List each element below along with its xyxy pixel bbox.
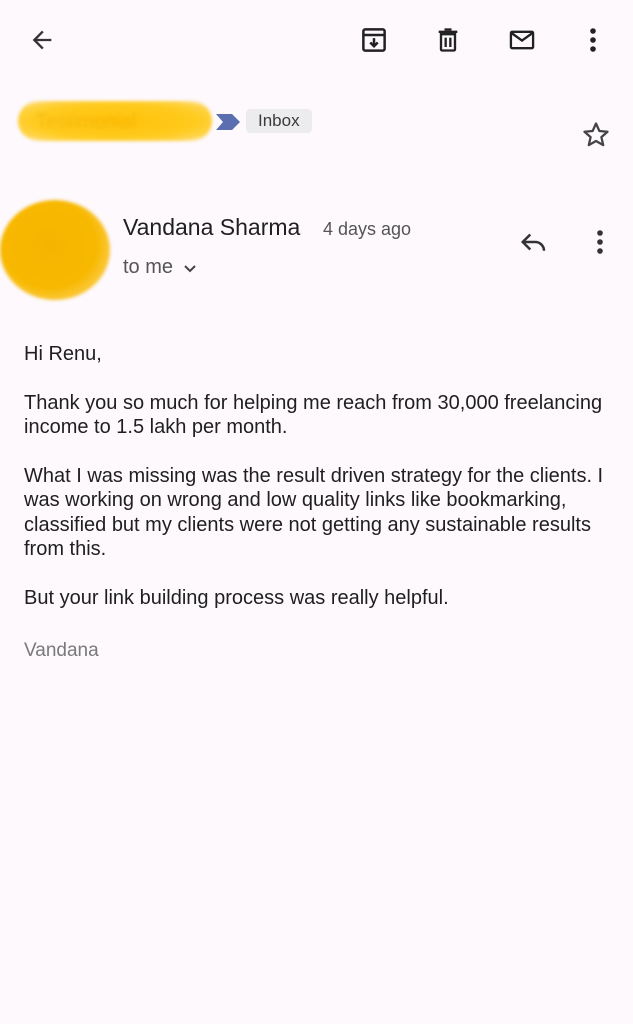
message-body: Hi Renu, Thank you so much for helping m… bbox=[24, 342, 604, 634]
delete-button[interactable] bbox=[426, 18, 470, 62]
arrow-back-icon bbox=[32, 30, 52, 50]
sender-name: Vandana Sharma bbox=[123, 214, 301, 240]
more-vert-icon bbox=[597, 230, 603, 254]
more-options-button[interactable] bbox=[571, 18, 615, 62]
mail-icon bbox=[509, 30, 535, 50]
body-paragraph: What I was missing was the result driven… bbox=[24, 464, 604, 561]
body-paragraph: Thank you so much for helping me reach f… bbox=[24, 391, 603, 439]
archive-button[interactable] bbox=[352, 18, 396, 62]
label-importance-icon bbox=[216, 114, 240, 130]
star-outline-icon bbox=[583, 122, 609, 147]
subject-row: Testimonial Inbox bbox=[0, 95, 633, 155]
signature: Vandana bbox=[24, 640, 99, 661]
message-more-button[interactable] bbox=[578, 220, 622, 264]
body-paragraph: But your link building process was reall… bbox=[24, 586, 449, 609]
trash-icon bbox=[438, 28, 458, 52]
recipient-text: to me bbox=[123, 256, 174, 278]
reply-button[interactable] bbox=[512, 220, 556, 264]
message-header: Vandana Sharma 4 days ago to me bbox=[0, 190, 633, 310]
chevron-down-icon bbox=[184, 264, 196, 272]
star-button[interactable] bbox=[574, 113, 618, 157]
subject-text: Testimonial bbox=[36, 111, 137, 133]
avatar[interactable] bbox=[0, 200, 110, 300]
archive-icon bbox=[362, 28, 386, 52]
mark-unread-button[interactable] bbox=[500, 18, 544, 62]
inbox-label-chip[interactable]: Inbox bbox=[246, 109, 312, 133]
top-toolbar bbox=[0, 0, 633, 80]
back-button[interactable] bbox=[20, 18, 64, 62]
greeting: Hi Renu, bbox=[24, 343, 102, 365]
reply-icon bbox=[520, 233, 546, 251]
recipient-details-toggle[interactable]: to me bbox=[123, 256, 197, 279]
message-time: 4 days ago bbox=[323, 219, 412, 239]
redacted-subject: Testimonial bbox=[18, 101, 212, 141]
more-vert-icon bbox=[590, 28, 596, 52]
